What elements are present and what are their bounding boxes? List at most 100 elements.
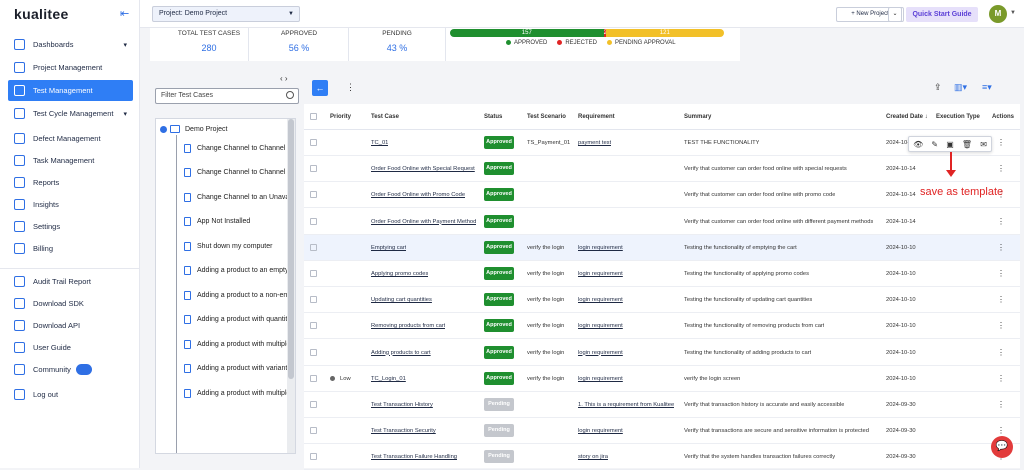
search-icon[interactable] bbox=[286, 91, 294, 99]
table-row[interactable]: Order Food Online with Payment Method App… bbox=[304, 209, 1020, 235]
row-checkbox[interactable] bbox=[310, 427, 317, 435]
table-row[interactable]: Order Food Online with Special Request Ap… bbox=[304, 156, 1020, 183]
tree-item[interactable]: App Not Installed bbox=[184, 215, 250, 229]
row-checkbox[interactable] bbox=[310, 191, 317, 199]
sidebar-item-task-management[interactable]: Task Management bbox=[8, 150, 133, 171]
row-actions-menu-icon[interactable]: ⋮ bbox=[997, 426, 1005, 435]
col-test-case[interactable]: Test Case bbox=[371, 114, 399, 120]
row-checkbox[interactable] bbox=[310, 270, 317, 277]
test-case-link[interactable]: Test Transaction Security bbox=[371, 428, 436, 434]
row-actions-menu-icon[interactable]: ⋮ bbox=[997, 321, 1005, 330]
sidebar-item-project-management[interactable]: Project Management bbox=[8, 57, 133, 78]
test-case-link[interactable]: Adding products to cart bbox=[371, 350, 431, 356]
requirement-link[interactable]: login requirement bbox=[578, 271, 623, 277]
view-icon[interactable]: 👁 bbox=[913, 140, 923, 149]
collapse-toggle-icon[interactable] bbox=[160, 125, 167, 133]
tree-item[interactable]: Adding a product to a non-empty bbox=[184, 288, 295, 302]
table-row[interactable]: Order Food Online with Promo Code Approve… bbox=[304, 182, 1020, 209]
tree-item[interactable]: Change Channel to Channel 10 bbox=[184, 166, 295, 180]
row-actions-menu-icon[interactable]: ⋮ bbox=[997, 295, 1005, 304]
sidebar-item-defect-management[interactable]: Defect Management bbox=[8, 128, 133, 149]
tree-item[interactable]: Change Channel to Channel 2 bbox=[184, 141, 291, 155]
tree-item[interactable]: Adding a product with quantity bbox=[184, 313, 291, 327]
back-arrow-icon[interactable]: ← bbox=[312, 80, 328, 96]
requirement-link[interactable]: login requirement bbox=[578, 428, 623, 434]
project-select[interactable]: Project: Demo Project ▼ bbox=[152, 6, 300, 22]
test-case-link[interactable]: Test Transaction Failure Handling bbox=[371, 454, 457, 460]
sidebar-item-reports[interactable]: Reports bbox=[8, 172, 133, 193]
table-row[interactable]: Applying promo codes Approved verify the l… bbox=[304, 261, 1020, 287]
select-all-checkbox[interactable] bbox=[310, 113, 317, 120]
sidebar-item-community[interactable]: Community bbox=[8, 359, 133, 380]
table-row[interactable]: Emptying cart Approved verify the login log… bbox=[304, 234, 1020, 261]
table-row[interactable]: Adding products to cart Approved verify th… bbox=[304, 340, 1020, 366]
export-icon[interactable]: ⇪ bbox=[934, 82, 942, 93]
row-actions-menu-icon[interactable]: ⋮ bbox=[997, 217, 1005, 226]
col-execution-type[interactable]: Execution Type bbox=[936, 114, 980, 120]
table-row[interactable]: Test Transaction History Pending 1. This i… bbox=[304, 392, 1020, 418]
test-case-link[interactable]: Removing products from cart bbox=[371, 323, 445, 329]
tree-pager[interactable]: ‹ › bbox=[280, 74, 288, 83]
test-case-link[interactable]: Order Food Online with Payment Method bbox=[371, 219, 476, 225]
more-options-icon[interactable]: ⋮ bbox=[346, 82, 355, 93]
save-template-icon[interactable]: ▣ bbox=[946, 140, 954, 149]
sidebar-item-settings[interactable]: Settings bbox=[8, 216, 133, 237]
col-test-scenario[interactable]: Test Scenario bbox=[527, 114, 566, 120]
col-priority[interactable]: Priority bbox=[330, 114, 351, 120]
requirement-link[interactable]: login requirement bbox=[578, 350, 623, 356]
row-checkbox[interactable] bbox=[310, 296, 317, 304]
columns-icon[interactable]: ▥▾ bbox=[954, 82, 967, 93]
sidebar-item-insights[interactable]: Insights bbox=[8, 194, 133, 215]
test-case-link[interactable]: Applying promo codes bbox=[371, 271, 428, 277]
sidebar-item-test-management[interactable]: Test Management bbox=[8, 80, 133, 101]
row-checkbox[interactable] bbox=[310, 243, 317, 251]
row-actions-menu-icon[interactable]: ⋮ bbox=[997, 374, 1005, 383]
tree-root[interactable]: Demo Project bbox=[160, 125, 227, 133]
row-actions-menu-icon[interactable]: ⋮ bbox=[997, 164, 1005, 173]
row-actions-menu-icon[interactable]: ⋮ bbox=[997, 269, 1005, 278]
row-actions-menu-icon[interactable]: ⋮ bbox=[997, 400, 1005, 409]
tree-item[interactable]: Adding a product with multiple q bbox=[184, 337, 295, 351]
chevron-down-icon[interactable]: ▼ bbox=[1010, 10, 1016, 16]
sidebar-item-download-api[interactable]: Download API bbox=[8, 315, 133, 336]
test-case-link[interactable]: TC_Login_01 bbox=[371, 376, 406, 382]
sidebar-item-test-cycle-management[interactable]: Test Cycle Management ▾ bbox=[8, 103, 133, 124]
tree-item[interactable]: Shut down my computer bbox=[184, 239, 272, 253]
requirement-link[interactable]: 1. This is a requirement from Kualitee bbox=[578, 402, 674, 408]
sidebar-item-audit-trail-report[interactable]: Audit Trail Report bbox=[8, 271, 133, 292]
col-summary[interactable]: Summary bbox=[684, 114, 711, 120]
requirement-link[interactable]: payment test bbox=[578, 140, 611, 146]
tree-item[interactable]: Change Channel to an Unavailab bbox=[184, 190, 295, 204]
table-row[interactable]: Test Transaction Security Pending login re… bbox=[304, 418, 1020, 445]
table-row[interactable]: Removing products from cart Approved verif… bbox=[304, 313, 1020, 340]
quick-start-guide-button[interactable]: Quick Start Guide bbox=[906, 7, 978, 22]
tree-item[interactable]: Adding a product to an empty ca bbox=[184, 264, 295, 278]
sidebar-item-user-guide[interactable]: User Guide bbox=[8, 337, 133, 358]
row-actions-menu-icon[interactable]: ⋮ bbox=[997, 348, 1005, 357]
test-case-link[interactable]: TC_01 bbox=[371, 140, 388, 146]
edit-icon[interactable]: ✎ bbox=[931, 140, 938, 149]
test-case-link[interactable]: Order Food Online with Special Request bbox=[371, 166, 475, 172]
requirement-link[interactable]: login requirement bbox=[578, 297, 623, 303]
email-icon[interactable]: ✉ bbox=[980, 140, 987, 149]
chevron-down-icon[interactable]: ▾ bbox=[123, 41, 127, 49]
table-row[interactable]: Updating cart quantities Approved verify t… bbox=[304, 287, 1020, 314]
table-row[interactable]: Low TC_Login_01 Approved verify the login lo… bbox=[304, 366, 1020, 392]
row-checkbox[interactable] bbox=[310, 322, 317, 330]
chat-support-icon[interactable]: 💬 bbox=[991, 436, 1013, 458]
test-case-link[interactable]: Updating cart quantities bbox=[371, 297, 432, 303]
test-case-link[interactable]: Test Transaction History bbox=[371, 402, 433, 408]
chevron-down-icon[interactable]: ▾ bbox=[123, 110, 127, 118]
filter-icon[interactable]: ≡▾ bbox=[982, 82, 992, 93]
menu-collapse-icon[interactable]: ⇤ bbox=[120, 7, 129, 20]
scrollbar-thumb[interactable] bbox=[288, 119, 294, 379]
col-requirement[interactable]: Requirement bbox=[578, 114, 615, 120]
row-checkbox[interactable] bbox=[310, 348, 317, 356]
row-checkbox[interactable] bbox=[310, 217, 317, 225]
row-checkbox[interactable] bbox=[310, 139, 317, 146]
filter-test-cases-input[interactable]: Filter Test Cases bbox=[155, 88, 299, 104]
col-created-date[interactable]: Created Date ↓ bbox=[886, 114, 928, 120]
sidebar-item-billing[interactable]: Billing bbox=[8, 238, 133, 259]
test-case-link[interactable]: Emptying cart bbox=[371, 245, 406, 251]
requirement-link[interactable]: login requirement bbox=[578, 323, 623, 329]
